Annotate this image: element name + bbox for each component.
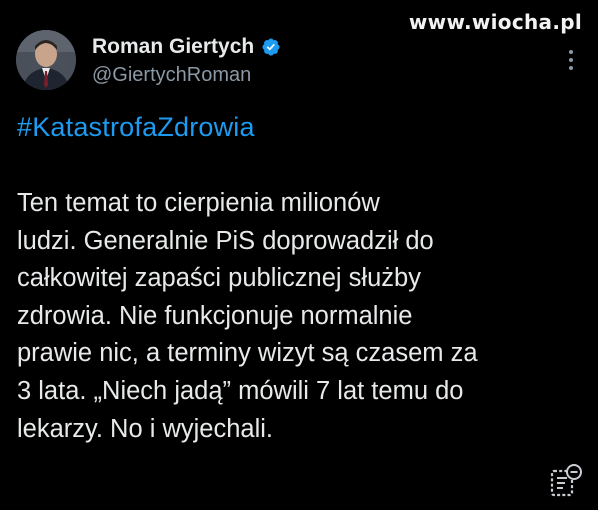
more-options-icon[interactable]	[568, 50, 574, 72]
author-display-name[interactable]: Roman Giertych	[92, 35, 254, 59]
tweet-text: Ten temat to cierpienia milionów ludzi. …	[17, 189, 478, 443]
verified-badge-icon	[261, 37, 281, 57]
tweet-header: Roman Giertych @GiertychRoman	[16, 30, 582, 102]
avatar-photo	[16, 30, 76, 90]
hashtag-link[interactable]: #KatastrofaZdrowia	[17, 112, 255, 143]
post-translate-icon[interactable]	[548, 463, 584, 499]
author-names: Roman Giertych @GiertychRoman	[92, 34, 281, 87]
author-handle[interactable]: @GiertychRoman	[92, 64, 281, 87]
display-name-row: Roman Giertych	[92, 34, 281, 60]
avatar[interactable]	[16, 30, 76, 90]
